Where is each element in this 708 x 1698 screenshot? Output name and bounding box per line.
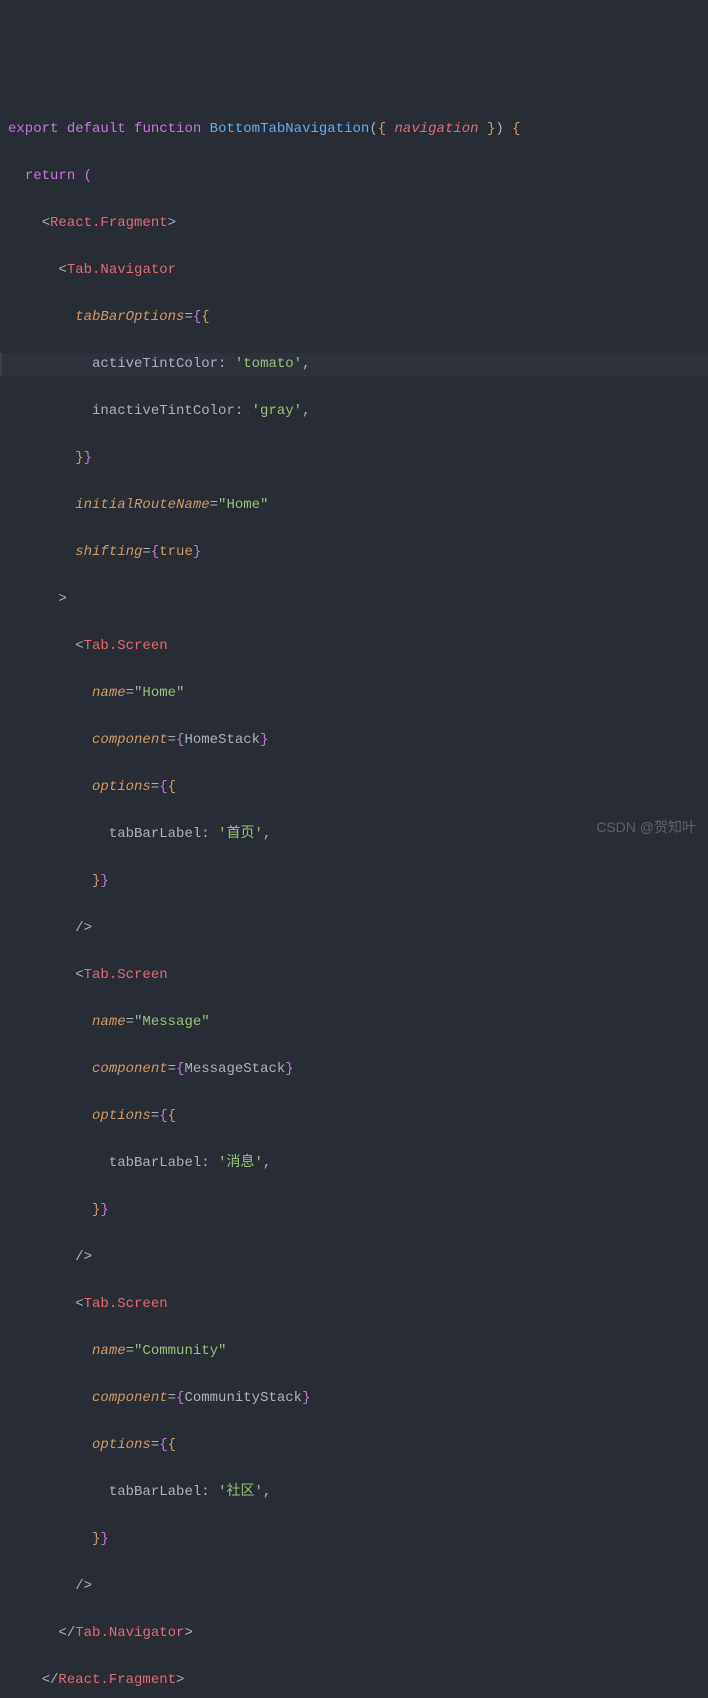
code-line: options={{	[0, 1105, 708, 1129]
code-line: >	[0, 588, 708, 612]
jsx-tag-navigator-close: Tab.Navigator	[75, 1625, 184, 1641]
prop-inactiveTintColor: inactiveTintColor	[92, 403, 235, 419]
keyword-true: true	[159, 544, 193, 560]
prop-tabBarLabel: tabBarLabel	[109, 1155, 201, 1171]
code-line: return (	[0, 165, 708, 189]
code-line: }}	[0, 1199, 708, 1223]
jsx-tag-fragment: React.Fragment	[50, 215, 168, 231]
code-line: initialRouteName="Home"	[0, 494, 708, 518]
code-line: <Tab.Screen	[0, 964, 708, 988]
attr-component: component	[92, 732, 168, 748]
code-line: />	[0, 917, 708, 941]
code-line: <Tab.Navigator	[0, 259, 708, 283]
jsx-tag-fragment-close: React.Fragment	[58, 1672, 176, 1688]
code-line: name="Community"	[0, 1340, 708, 1364]
attr-options: options	[92, 1108, 151, 1124]
keyword-return: return	[25, 168, 75, 184]
keyword-export: export	[8, 121, 58, 137]
watermark-text: CSDN @贺知叶	[596, 816, 696, 840]
attr-name: name	[92, 1014, 126, 1030]
jsx-tag-screen: Tab.Screen	[84, 967, 168, 983]
code-line: <Tab.Screen	[0, 1293, 708, 1317]
code-line: shifting={true}	[0, 541, 708, 565]
attr-component: component	[92, 1390, 168, 1406]
attr-initialRouteName: initialRouteName	[75, 497, 209, 513]
attr-shifting: shifting	[75, 544, 142, 560]
code-line: component={CommunityStack}	[0, 1387, 708, 1411]
code-line: name="Home"	[0, 682, 708, 706]
function-name: BottomTabNavigation	[210, 121, 370, 137]
prop-tabBarLabel: tabBarLabel	[109, 1484, 201, 1500]
prop-tabBarLabel: tabBarLabel	[109, 826, 201, 842]
attr-name: name	[92, 685, 126, 701]
code-line: <React.Fragment>	[0, 212, 708, 236]
code-line: <Tab.Screen	[0, 635, 708, 659]
attr-tabBarOptions: tabBarOptions	[75, 309, 184, 325]
keyword-function: function	[134, 121, 201, 137]
attr-name: name	[92, 1343, 126, 1359]
code-line: />	[0, 1575, 708, 1599]
param-navigation: navigation	[395, 121, 479, 137]
code-line: }}	[0, 447, 708, 471]
code-line: inactiveTintColor: 'gray',	[0, 400, 708, 424]
code-line: name="Message"	[0, 1011, 708, 1035]
code-editor[interactable]: export default function BottomTabNavigat…	[0, 94, 708, 1698]
keyword-default: default	[67, 121, 126, 137]
code-line: export default function BottomTabNavigat…	[0, 118, 708, 142]
jsx-tag-screen: Tab.Screen	[84, 1296, 168, 1312]
code-line: tabBarOptions={{	[0, 306, 708, 330]
attr-component: component	[92, 1061, 168, 1077]
jsx-tag-navigator: Tab.Navigator	[67, 262, 176, 278]
code-line: options={{	[0, 1434, 708, 1458]
code-line: options={{	[0, 776, 708, 800]
code-line: />	[0, 1246, 708, 1270]
code-line: }}	[0, 1528, 708, 1552]
code-line: tabBarLabel: '消息',	[0, 1152, 708, 1176]
code-line: component={MessageStack}	[0, 1058, 708, 1082]
code-line: </Tab.Navigator>	[0, 1622, 708, 1646]
attr-options: options	[92, 779, 151, 795]
code-line-highlighted: activeTintColor: 'tomato',	[0, 353, 708, 377]
code-line: tabBarLabel: '社区',	[0, 1481, 708, 1505]
code-line: </React.Fragment>	[0, 1669, 708, 1693]
jsx-tag-screen: Tab.Screen	[84, 638, 168, 654]
prop-activeTintColor: activeTintColor	[92, 356, 218, 372]
code-line: component={HomeStack}	[0, 729, 708, 753]
code-line: }}	[0, 870, 708, 894]
attr-options: options	[92, 1437, 151, 1453]
